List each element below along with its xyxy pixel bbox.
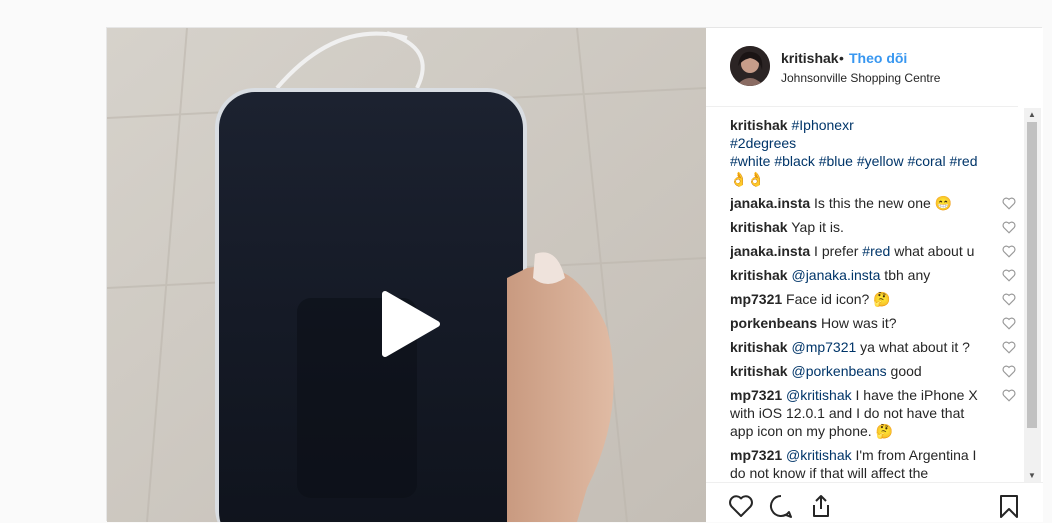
comments-scrollbar[interactable]: ▲ ▼ — [1024, 108, 1041, 482]
hashtag-link[interactable]: #red — [862, 243, 890, 259]
comment-author[interactable]: kritishak — [730, 363, 788, 379]
play-icon[interactable] — [377, 290, 441, 358]
comment-author[interactable]: mp7321 — [730, 447, 782, 463]
comment-author[interactable]: kritishak — [730, 267, 788, 283]
heart-icon[interactable] — [728, 493, 754, 519]
share-icon[interactable] — [808, 493, 834, 519]
caption-emoji: 👌👌 — [730, 171, 765, 187]
comments-list[interactable]: kritishak #Iphonexr #2degrees #white #bl… — [730, 116, 1020, 481]
comment-text: Yap it is. — [791, 219, 844, 235]
heart-icon[interactable] — [1002, 245, 1016, 258]
comment-item: kritishak @janaka.insta tbh any — [730, 266, 1020, 284]
comment-item: kritishak @porkenbeans good — [730, 362, 1020, 380]
hashtag-link[interactable]: #2degrees — [730, 135, 796, 151]
heart-icon[interactable] — [1002, 365, 1016, 378]
mention-link[interactable]: @kritishak — [786, 447, 852, 463]
caption: kritishak #Iphonexr #2degrees #white #bl… — [730, 116, 1020, 188]
heart-icon[interactable] — [1002, 293, 1016, 306]
mention-link[interactable]: @janaka.insta — [791, 267, 880, 283]
location-link[interactable]: Johnsonville Shopping Centre — [781, 71, 940, 85]
heart-icon[interactable] — [1002, 317, 1016, 330]
comment-item: mp7321 Face id icon? 🤔 — [730, 290, 1020, 308]
video-player[interactable] — [107, 28, 706, 522]
post-card: kritishak • Theo dõi Johnsonville Shoppi… — [106, 27, 1043, 522]
scroll-down-icon[interactable]: ▼ — [1028, 471, 1036, 480]
scrollbar-thumb[interactable] — [1027, 122, 1037, 428]
heart-icon[interactable] — [1002, 269, 1016, 282]
comment-item: kritishak @mp7321 ya what about it ? — [730, 338, 1020, 356]
comment-text: ya what about it ? — [856, 339, 970, 355]
heart-icon[interactable] — [1002, 197, 1016, 210]
comment-item: janaka.insta Is this the new one 😁 — [730, 194, 1020, 212]
comment-text: How was it? — [821, 315, 897, 331]
username-link[interactable]: kritishak — [781, 50, 839, 66]
comment-text: I prefer — [814, 243, 863, 259]
comment-text: tbh any — [880, 267, 931, 283]
comment-text: Face id icon? 🤔 — [786, 291, 891, 307]
comment-author[interactable]: porkenbeans — [730, 315, 817, 331]
comment-text: Is this the new one 😁 — [814, 195, 953, 211]
caption-author[interactable]: kritishak — [730, 117, 788, 133]
comment-item: mp7321 @kritishak I'm from Argentina I d… — [730, 446, 1020, 481]
scroll-up-icon[interactable]: ▲ — [1028, 110, 1036, 119]
heart-icon[interactable] — [1002, 341, 1016, 354]
comment-author[interactable]: mp7321 — [730, 291, 782, 307]
comment-author[interactable]: mp7321 — [730, 387, 782, 403]
heart-icon[interactable] — [1002, 389, 1016, 402]
post-sidebar: kritishak • Theo dõi Johnsonville Shoppi… — [706, 28, 1043, 522]
comment-author[interactable]: janaka.insta — [730, 195, 810, 211]
comment-item: kritishak Yap it is. — [730, 218, 1020, 236]
comment-text: good — [886, 363, 922, 379]
hashtag-link[interactable]: #Iphonexr — [791, 117, 853, 133]
comment-item: mp7321 @kritishak I have the iPhone X wi… — [730, 386, 1020, 440]
comment-author[interactable]: kritishak — [730, 339, 788, 355]
hashtag-link[interactable]: #white #black #blue #yellow #coral #red — [730, 153, 977, 169]
comment-text: what about u — [890, 243, 975, 259]
action-bar — [706, 482, 1043, 523]
follow-button[interactable]: Theo dõi — [849, 50, 907, 66]
post-header: kritishak • Theo dõi Johnsonville Shoppi… — [706, 28, 1018, 107]
heart-icon[interactable] — [1002, 221, 1016, 234]
comment-item: porkenbeans How was it? — [730, 314, 1020, 332]
comment-author[interactable]: kritishak — [730, 219, 788, 235]
bookmark-icon[interactable] — [996, 493, 1022, 519]
separator-dot: • — [839, 50, 844, 66]
mention-link[interactable]: @kritishak — [786, 387, 852, 403]
comment-author[interactable]: janaka.insta — [730, 243, 810, 259]
avatar[interactable] — [730, 46, 770, 86]
mention-link[interactable]: @mp7321 — [791, 339, 856, 355]
comment-item: janaka.insta I prefer #red what about u — [730, 242, 1020, 260]
video-frame — [107, 28, 706, 522]
comment-icon[interactable] — [768, 493, 794, 519]
mention-link[interactable]: @porkenbeans — [791, 363, 886, 379]
